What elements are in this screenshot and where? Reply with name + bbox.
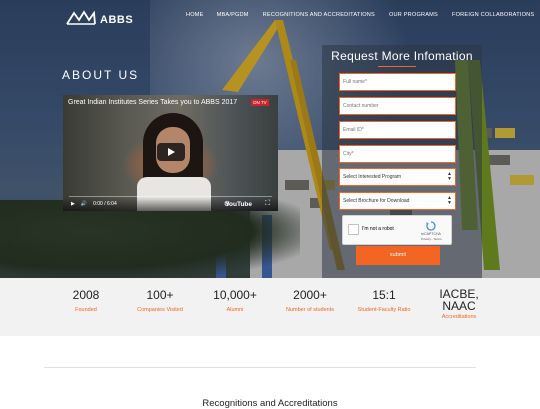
main-nav: HOME MBA/PGDM RECOGNITIONS AND ACCREDITA… <box>186 12 534 18</box>
channel-badge: ON TV <box>251 99 269 106</box>
stat-caption: Student-Faculty Ratio <box>357 307 411 313</box>
submit-button[interactable]: submit <box>356 246 440 265</box>
recaptcha-label: I'm not a robot <box>362 226 394 232</box>
stat-ratio: 15:1 Student-Faculty Ratio <box>353 288 415 313</box>
video-time: 0:00 / 6:04 <box>93 201 117 207</box>
about-us-heading: ABOUT US <box>62 68 140 82</box>
stat-value: 10,000+ <box>213 288 257 302</box>
stat-caption: Accreditations <box>441 314 477 320</box>
stat-students: 2000+ Number of students <box>280 288 340 313</box>
form-title-underline <box>378 66 416 67</box>
city-input[interactable] <box>339 145 456 163</box>
recaptcha-brand: reCAPTCHA <box>421 232 441 236</box>
nav-mba-pgdm[interactable]: MBA/PGDM <box>217 12 249 18</box>
recaptcha-logo-icon <box>426 221 436 231</box>
program-select[interactable]: Select Interested Program ▲ ▼ <box>339 168 456 186</box>
fullscreen-icon[interactable]: ⛶ <box>265 200 270 208</box>
recaptcha-links[interactable]: Privacy - Terms <box>421 237 442 241</box>
stats-bar: 2008 Founded 100+ Companies Visited 10,0… <box>0 278 540 336</box>
site-logo[interactable]: ABBS <box>66 8 133 26</box>
stat-value: 2000+ <box>293 288 327 302</box>
section-divider <box>44 367 476 368</box>
nav-programs[interactable]: OUR PROGRAMS <box>389 12 438 18</box>
stat-caption: Founded <box>75 307 97 313</box>
contact-number-input[interactable] <box>339 97 456 115</box>
program-select-value: Select Interested Program <box>343 174 402 180</box>
select-arrows-icon: ▲ ▼ <box>447 171 452 182</box>
brochure-select[interactable]: Select Brochure for Download ▲ ▼ <box>339 192 456 210</box>
email-input[interactable] <box>339 121 456 139</box>
stat-value: 15:1 <box>372 288 396 302</box>
stat-value: 100+ <box>146 288 174 302</box>
nav-foreign-collaborations[interactable]: FOREIGN COLLABORATIONS <box>452 12 534 18</box>
play-button[interactable] <box>157 143 185 161</box>
stat-caption: Alumni <box>226 307 244 313</box>
nav-home[interactable]: HOME <box>186 12 204 18</box>
stat-caption: Companies Visited <box>137 307 183 313</box>
recaptcha-checkbox[interactable] <box>348 224 359 235</box>
stat-alumni: 10,000+ Alumni <box>208 288 262 313</box>
logo-mountains-icon <box>66 10 96 25</box>
form-title: Request More Infomation <box>331 49 473 63</box>
stat-accreditations: IACBE, NAAC Accreditations <box>434 288 484 320</box>
recognitions-heading: Recognitions and Accreditations <box>202 398 338 409</box>
logo-text: ABBS <box>100 14 134 26</box>
video-title[interactable]: Great Indian Institutes Series Takes you… <box>68 99 237 106</box>
play-icon[interactable]: ▶ <box>71 201 75 207</box>
select-arrows-icon: ▲ ▼ <box>447 195 452 206</box>
stat-value: 2008 <box>72 288 100 302</box>
stat-companies: 100+ Companies Visited <box>130 288 190 313</box>
stat-value: IACBE, NAAC <box>439 287 479 313</box>
video-player[interactable]: Great Indian Institutes Series Takes you… <box>63 95 278 211</box>
request-info-form: Request More Infomation Select Intereste… <box>322 45 482 278</box>
nav-recognitions[interactable]: RECOGNITIONS AND ACCREDITATIONS <box>263 12 375 18</box>
stat-founded: 2008 Founded <box>60 288 112 313</box>
volume-icon[interactable]: 🔊 <box>81 201 87 207</box>
full-name-input[interactable] <box>339 73 456 91</box>
stat-caption: Number of students <box>286 307 334 313</box>
youtube-logo[interactable]: YouTube <box>225 201 252 208</box>
recaptcha-widget: I'm not a robot reCAPTCHA Privacy - Term… <box>342 215 452 245</box>
brochure-select-value: Select Brochure for Download <box>343 198 410 204</box>
